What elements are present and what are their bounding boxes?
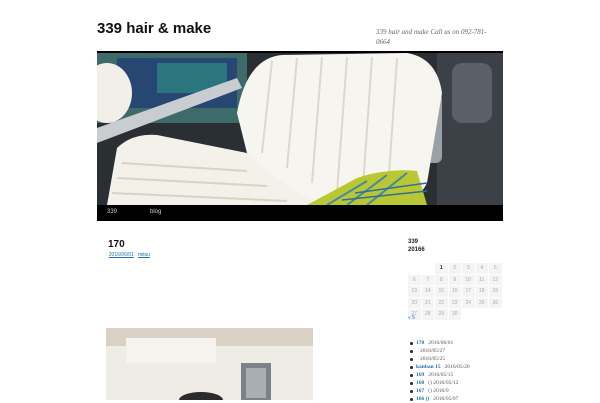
calendar-empty-cell bbox=[421, 263, 435, 275]
calendar-day: 4 bbox=[475, 263, 489, 275]
recent-post-item: 168 () 2016/05/12 bbox=[410, 379, 510, 387]
calendar-prev-month-link[interactable]: « 5 bbox=[408, 315, 415, 321]
calendar-day: 18 bbox=[475, 286, 489, 298]
calendar-day: 30 bbox=[448, 309, 462, 321]
recent-post-item: 169 2016/05/15 bbox=[410, 371, 510, 379]
calendar-widget-title: 339 bbox=[408, 239, 419, 245]
post-author-link[interactable]: mitsu bbox=[138, 252, 150, 258]
calendar-day: 8 bbox=[435, 274, 449, 286]
calendar-day: 24 bbox=[462, 297, 476, 309]
calendar-empty-cell bbox=[489, 309, 503, 321]
recent-post-date: 2016/06/01 bbox=[428, 340, 454, 346]
calendar-week-row: 27 28 29 30 bbox=[408, 309, 503, 321]
calendar-day: 10 bbox=[462, 274, 476, 286]
recent-post-date: 2016/05/25 bbox=[420, 356, 446, 362]
recent-post-link[interactable]: 170 bbox=[416, 340, 424, 346]
recent-post-item: 2016/05/27 bbox=[410, 347, 510, 355]
calendar-day: 17 bbox=[462, 286, 476, 298]
calendar-empty-cell bbox=[408, 263, 422, 275]
calendar-day: 23 bbox=[448, 297, 462, 309]
calendar-caption: 20166 bbox=[408, 247, 425, 253]
post-meta-prefix: : bbox=[106, 252, 108, 258]
calendar-day: 19 bbox=[489, 286, 503, 298]
calendar-day: 3 bbox=[462, 263, 476, 275]
header-banner-image bbox=[97, 53, 503, 205]
calendar-day: 9 bbox=[448, 274, 462, 286]
recent-post-date: 2016/05/15 bbox=[428, 372, 454, 378]
site-title[interactable]: 339 hair & make bbox=[97, 20, 211, 37]
recent-post-link[interactable]: kanban 15 bbox=[416, 364, 441, 370]
recent-post-date: 2016/05/07 bbox=[433, 396, 459, 402]
recent-post-date: () 2016/0 bbox=[428, 388, 449, 394]
recent-post-link[interactable]: 166 () bbox=[416, 396, 429, 402]
recent-posts-list: 170 2016/06/01 2016/05/27 2016/05/25 kanban … bbox=[410, 339, 510, 403]
calendar-day: 5 bbox=[489, 263, 503, 275]
recent-post-date: 2016/05/27 bbox=[420, 348, 446, 354]
recent-post-item: 167 () 2016/0 bbox=[410, 387, 510, 395]
nav-item-blog[interactable]: blog bbox=[150, 209, 161, 215]
nav-item-339[interactable]: 339 bbox=[107, 209, 117, 215]
recent-post-date: () 2016/05/12 bbox=[428, 380, 459, 386]
recent-post-item: kanban 15 2016/05/20 bbox=[410, 363, 510, 371]
post-date-link[interactable]: 2016/06/01 bbox=[109, 252, 134, 258]
recent-post-link[interactable]: 167 bbox=[416, 388, 424, 394]
calendar-day: 28 bbox=[421, 309, 435, 321]
recent-post-item: 2016/05/25 bbox=[410, 355, 510, 363]
calendar-week-row: 12345 bbox=[408, 263, 503, 275]
recent-post-date: 2016/05/20 bbox=[444, 364, 470, 370]
calendar-day: 14 bbox=[421, 286, 435, 298]
calendar-day: 16 bbox=[448, 286, 462, 298]
calendar-week-row: 6 7 8 9 10 11 12 bbox=[408, 274, 503, 286]
calendar-week-row: 13 14 15 16 17 18 19 bbox=[408, 286, 503, 298]
calendar-day: 13 bbox=[408, 286, 422, 298]
calendar-day: 12 bbox=[489, 274, 503, 286]
calendar-day: 20 bbox=[408, 297, 422, 309]
main-navigation: 339 blog bbox=[97, 205, 503, 221]
calendar-week-row: 20 21 22 23 24 25 26 bbox=[408, 297, 503, 309]
calendar-day: 22 bbox=[435, 297, 449, 309]
recent-post-item: 170 2016/06/01 bbox=[410, 339, 510, 347]
calendar-empty-cell bbox=[462, 309, 476, 321]
recent-post-link[interactable]: 169 bbox=[416, 372, 424, 378]
post-image bbox=[106, 328, 313, 400]
calendar-day[interactable]: 1 bbox=[435, 263, 449, 275]
post-meta-separator: : bbox=[135, 252, 137, 258]
post-title[interactable]: 170 bbox=[108, 239, 125, 250]
calendar-day: 29 bbox=[435, 309, 449, 321]
calendar-day: 11 bbox=[475, 274, 489, 286]
calendar-empty-cell bbox=[475, 309, 489, 321]
calendar-day: 7 bbox=[421, 274, 435, 286]
calendar-day: 2 bbox=[448, 263, 462, 275]
post-meta: : 2016/06/01 : mitsu bbox=[106, 252, 150, 258]
calendar-day: 26 bbox=[489, 297, 503, 309]
calendar-day: 25 bbox=[475, 297, 489, 309]
calendar-day: 6 bbox=[408, 274, 422, 286]
calendar-grid: 1 2 3 4 5 6 7 8 9 10 11 12 13 14 15 16 17 18 19 20 21 22 23 24 2… bbox=[408, 263, 503, 321]
calendar-day: 21 bbox=[421, 297, 435, 309]
recent-post-link[interactable]: 168 bbox=[416, 380, 424, 386]
recent-post-item: 166 () 2016/05/07 bbox=[410, 395, 510, 403]
site-description: 339 hair and make Call us on 092-781-066… bbox=[376, 28, 487, 46]
calendar-day: 15 bbox=[435, 286, 449, 298]
